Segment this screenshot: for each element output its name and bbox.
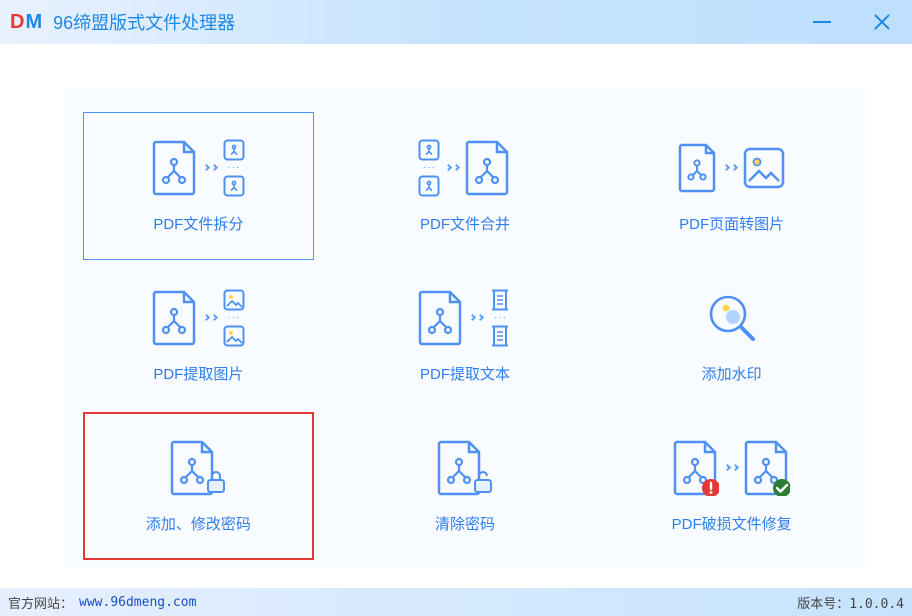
repair-icon: [673, 433, 790, 503]
tool-grid: ··· PDF文件拆分 ···: [65, 88, 865, 558]
version-label: 版本号：: [797, 597, 849, 612]
tool-label: 清除密码: [435, 513, 495, 534]
mini-pdf-stack-icon: ···: [418, 139, 440, 197]
split-icon: ···: [152, 133, 245, 203]
extract-text-icon: ···: [418, 283, 511, 353]
tool-clear-password[interactable]: 清除密码: [332, 408, 599, 558]
tool-label: PDF文件拆分: [153, 213, 243, 234]
tool-watermark[interactable]: 添加水印: [598, 258, 865, 408]
tool-add-password[interactable]: 添加、修改密码: [65, 408, 332, 558]
minimize-icon: [813, 21, 831, 23]
add-password-icon: [168, 433, 228, 503]
site-label: 官方网站：: [8, 593, 73, 612]
app-title: 96缔盟版式文件处理器: [53, 9, 235, 35]
version-number: 1.0.0.4: [849, 597, 904, 612]
status-bar: 官方网站： www.96dmeng.com 版本号：1.0.0.4: [0, 588, 912, 616]
tool-pdf-merge[interactable]: ··· PDF文件合并: [332, 108, 599, 258]
to-image-icon: [678, 133, 785, 203]
tool-label: PDF破损文件修复: [672, 513, 792, 534]
close-icon: [873, 13, 891, 31]
main-panel: ··· PDF文件拆分 ···: [65, 88, 865, 568]
close-button[interactable]: [852, 0, 912, 44]
window-controls: [792, 0, 912, 44]
tool-pdf-to-image[interactable]: PDF页面转图片: [598, 108, 865, 258]
arrow-icon: [470, 315, 483, 320]
tool-pdf-repair[interactable]: PDF破损文件修复: [598, 408, 865, 558]
tool-label: 添加水印: [702, 363, 762, 384]
version-info: 版本号：1.0.0.4: [797, 593, 904, 612]
logo-letter-m: M: [25, 11, 43, 33]
mini-text-stack-icon: ···: [489, 289, 511, 347]
clear-password-icon: [435, 433, 495, 503]
extract-image-icon: ···: [152, 283, 245, 353]
tool-label: 添加、修改密码: [146, 513, 251, 534]
minimize-button[interactable]: [792, 0, 852, 44]
tool-pdf-extract-image[interactable]: ··· PDF提取图片: [65, 258, 332, 408]
tool-label: PDF提取图片: [153, 363, 243, 384]
tool-label: PDF页面转图片: [679, 213, 784, 234]
mini-image-stack-icon: ···: [223, 289, 245, 347]
arrow-icon: [204, 165, 217, 170]
arrow-icon: [446, 165, 459, 170]
logo-letter-d: D: [10, 11, 25, 33]
title-bar: DM 96缔盟版式文件处理器: [0, 0, 912, 44]
site-link[interactable]: www.96dmeng.com: [79, 595, 196, 610]
tool-pdf-split[interactable]: ··· PDF文件拆分: [65, 108, 332, 258]
app-logo: DM: [10, 11, 43, 34]
arrow-icon: [204, 315, 217, 320]
arrow-icon: [724, 165, 737, 170]
tool-label: PDF文件合并: [420, 213, 510, 234]
mini-pdf-stack-icon: ···: [223, 139, 245, 197]
tool-label: PDF提取文本: [420, 363, 510, 384]
merge-icon: ···: [418, 133, 511, 203]
arrow-icon: [725, 465, 738, 470]
tool-pdf-extract-text[interactable]: ··· PDF提取文本: [332, 258, 599, 408]
watermark-icon: [704, 283, 760, 353]
